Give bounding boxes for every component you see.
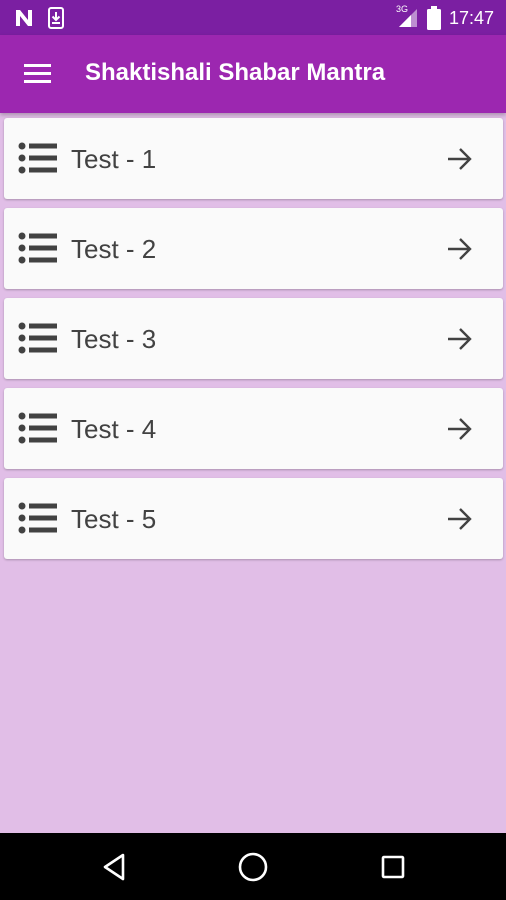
recents-button[interactable] — [377, 851, 409, 883]
home-button[interactable] — [237, 851, 269, 883]
list-item[interactable]: Test - 3 — [4, 298, 503, 379]
signal-icon — [398, 9, 417, 27]
arrow-right-icon — [448, 328, 472, 350]
list-item[interactable]: Test - 5 — [4, 478, 503, 559]
arrow-right-icon — [448, 508, 472, 530]
n-notification-icon — [16, 10, 32, 26]
back-button[interactable] — [99, 851, 131, 883]
navigation-bar — [0, 833, 506, 900]
status-time: 17:47 — [448, 7, 494, 28]
app-title: Shaktishali Shabar Mantra — [85, 59, 386, 86]
list-item-label: Test - 3 — [71, 324, 157, 354]
list-item[interactable]: Test - 4 — [4, 388, 503, 469]
list-item-label: Test - 5 — [71, 504, 157, 534]
notification-icons — [14, 7, 64, 29]
list-item-label: Test - 4 — [71, 414, 157, 444]
download-notification-icon — [48, 7, 64, 29]
app-bar: Shaktishali Shabar Mantra — [0, 35, 506, 113]
list-icon — [18, 322, 57, 354]
home-icon — [238, 852, 268, 882]
hamburger-menu-icon — [24, 64, 51, 83]
arrow-right-icon — [448, 148, 472, 170]
list-item[interactable]: Test - 1 — [4, 118, 503, 199]
battery-icon — [426, 6, 441, 30]
list-item-label: Test - 2 — [71, 234, 157, 264]
test-list: Test - 1 Test - 2 Test - 3 Test - 4 Test… — [4, 118, 503, 568]
menu-button[interactable] — [18, 57, 62, 91]
status-bar: 3G 17:47 — [0, 0, 506, 35]
back-icon — [103, 853, 125, 881]
list-item-label: Test - 1 — [71, 144, 157, 174]
list-icon — [18, 502, 57, 534]
arrow-right-icon — [448, 238, 472, 260]
list-icon — [18, 142, 57, 174]
status-right: 17:47 — [397, 6, 494, 30]
recents-icon — [381, 855, 405, 879]
list-icon — [18, 232, 57, 264]
arrow-right-icon — [448, 418, 472, 440]
list-item[interactable]: Test - 2 — [4, 208, 503, 289]
list-icon — [18, 412, 57, 444]
